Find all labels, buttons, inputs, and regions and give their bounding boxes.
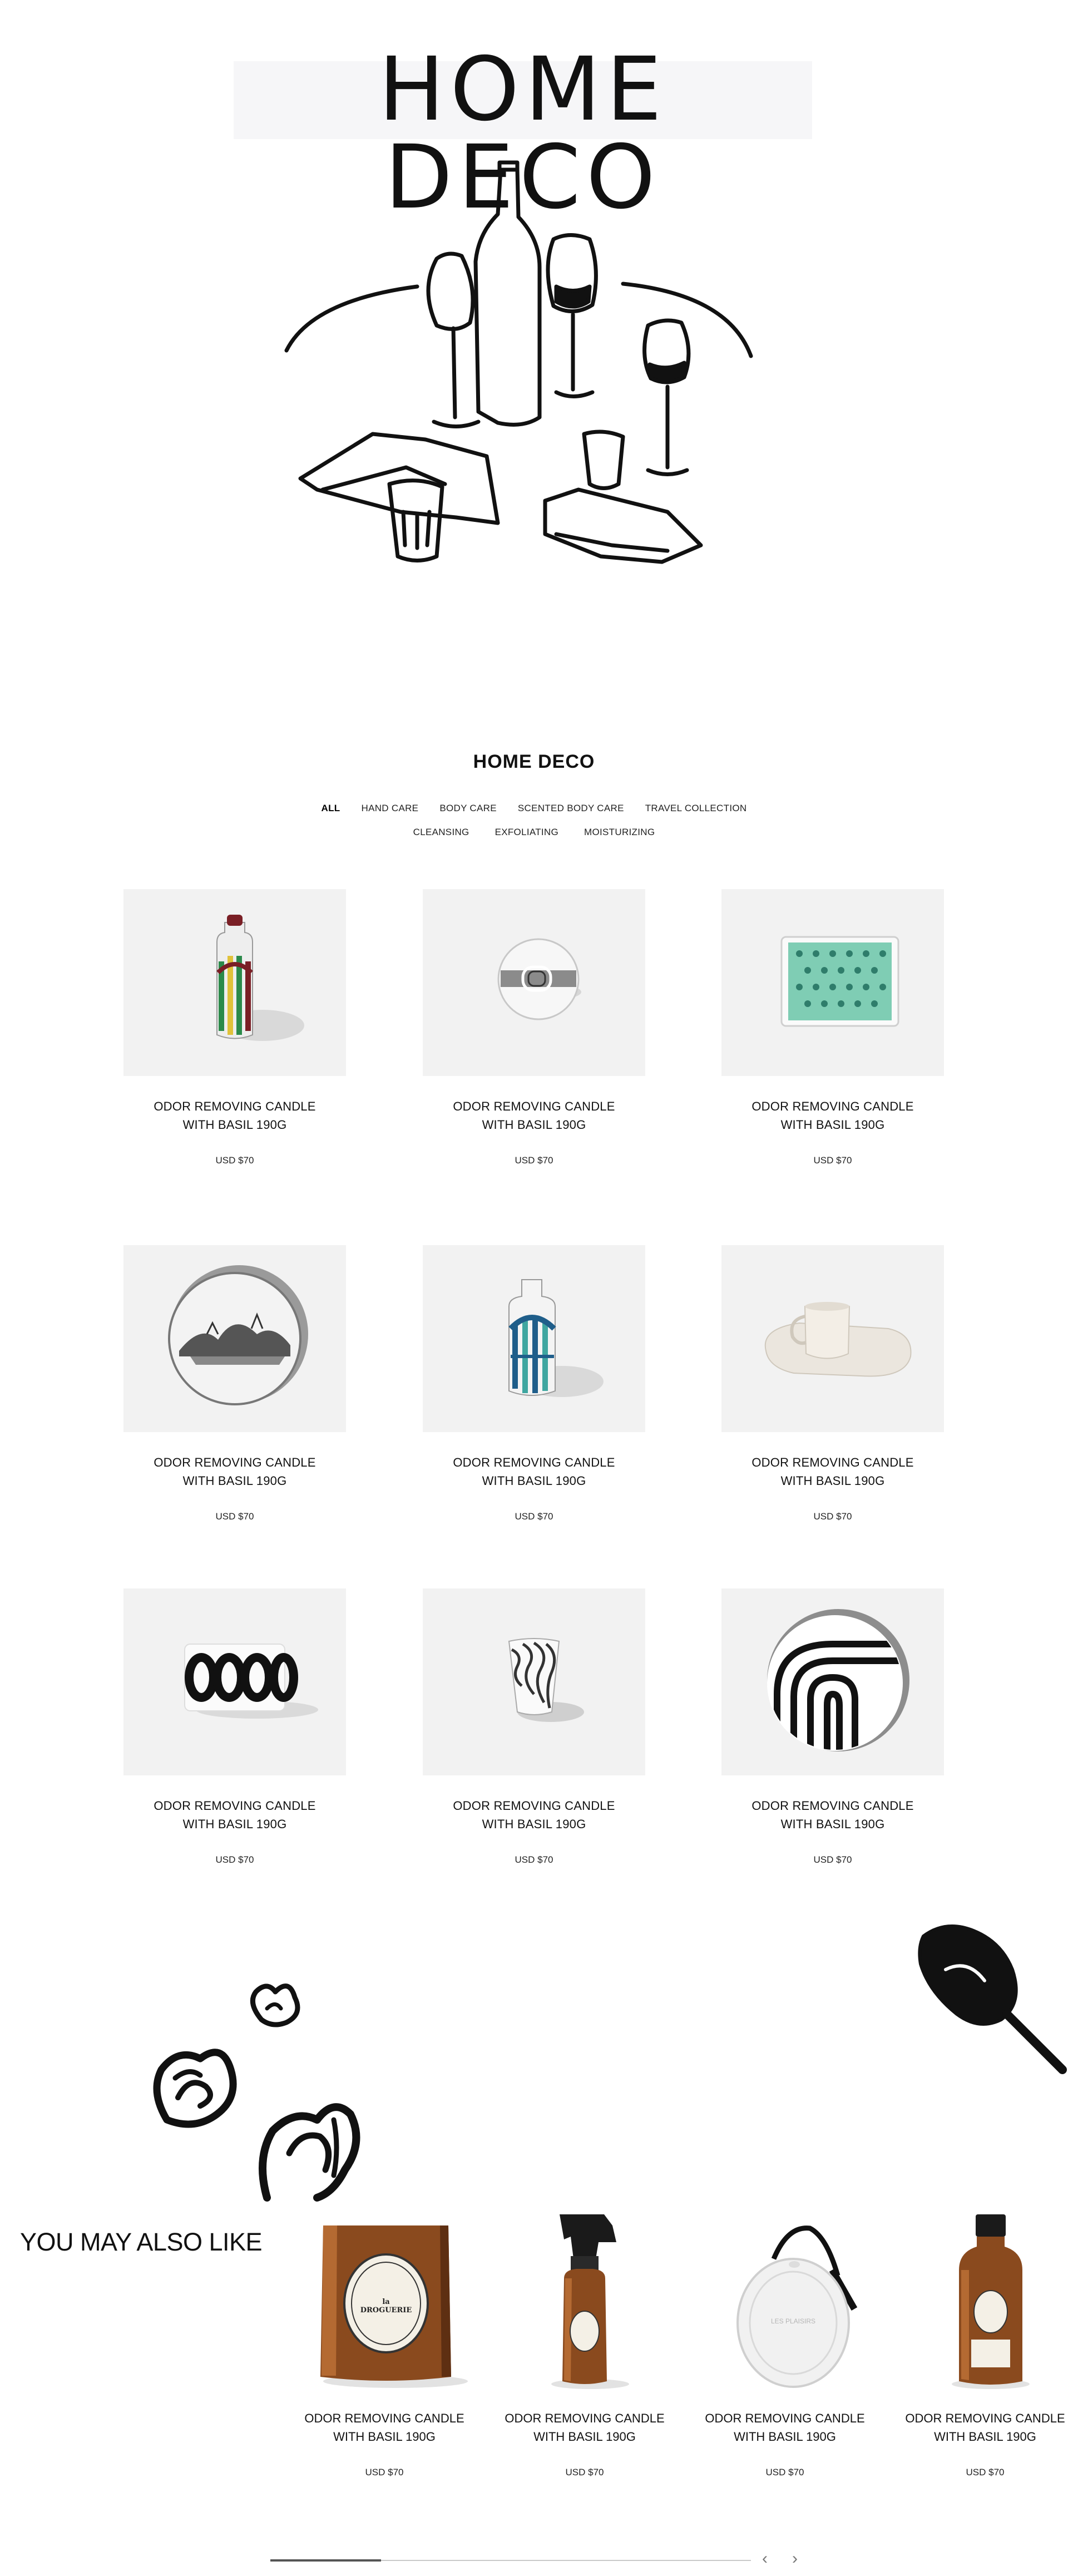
filter-travel-collection[interactable]: TRAVEL COLLECTION	[645, 803, 747, 814]
product-card[interactable]: ODOR REMOVING CANDLE WITH BASIL 190G USD …	[721, 889, 944, 1166]
product-name[interactable]: ODOR REMOVING CANDLE WITH BASIL 190G	[721, 1797, 944, 1833]
product-name[interactable]: ODOR REMOVING CANDLE WITH BASIL 190G	[493, 2409, 676, 2446]
table-setting-illustration	[284, 160, 753, 564]
product-card[interactable]: ODOR REMOVING CANDLE WITH BASIL 190G USD …	[123, 889, 346, 1166]
product-price: USD $70	[515, 1155, 553, 1166]
candle-label-text: la DROGUERIE	[360, 2298, 412, 2315]
product-card[interactable]: ODOR REMOVING CANDLE WITH BASIL 190G USD …	[721, 1588, 944, 1866]
product-price: USD $70	[515, 1854, 553, 1865]
product-price: USD $70	[966, 2467, 1005, 2478]
recommendation-image[interactable]	[493, 2214, 676, 2392]
product-image[interactable]	[423, 1245, 645, 1432]
product-name[interactable]: ODOR REMOVING CANDLE WITH BASIL 190G	[693, 2409, 877, 2446]
product-price: USD $70	[565, 2467, 604, 2478]
product-name[interactable]: ODOR REMOVING CANDLE WITH BASIL 190G	[423, 1453, 645, 1490]
recommendation-image[interactable]: LES PLAISIRS	[693, 2214, 877, 2392]
scented-oval-image	[736, 2225, 858, 2388]
product-image[interactable]	[423, 889, 645, 1076]
product-name[interactable]: ODOR REMOVING CANDLE WITH BASIL 190G	[123, 1797, 346, 1833]
product-card[interactable]: ODOR REMOVING CANDLE WITH BASIL 190G USD …	[423, 1588, 645, 1866]
product-image[interactable]	[123, 889, 346, 1076]
product-name[interactable]: ODOR REMOVING CANDLE WITH BASIL 190G	[721, 1097, 944, 1134]
product-name[interactable]: ODOR REMOVING CANDLE WITH BASIL 190G	[423, 1097, 645, 1134]
product-name[interactable]: ODOR REMOVING CANDLE WITH BASIL 190G	[123, 1453, 346, 1490]
product-name[interactable]: ODOR REMOVING CANDLE WITH BASIL 190G	[123, 1097, 346, 1134]
blue-vase-image	[508, 1279, 604, 1397]
landscape-plate-image	[168, 1265, 308, 1405]
recommendations-title: YOU MAY ALSO LIKE	[20, 2228, 263, 2256]
product-card[interactable]: ODOR REMOVING CANDLE WITH BASIL 190G USD …	[721, 1245, 944, 1522]
product-price: USD $70	[365, 2467, 404, 2478]
recommendation-image[interactable]: la DROGUERIE	[293, 2214, 476, 2392]
filter-moisturizing[interactable]: MOISTURIZING	[584, 827, 655, 838]
carousel-scrollbar[interactable]	[270, 2559, 751, 2562]
product-price: USD $70	[813, 1511, 852, 1522]
section-title: HOME DECO	[473, 751, 595, 772]
recommendation-card[interactable]: la DROGUERIE ODOR REMOVING CANDLE WITH BA…	[293, 2214, 476, 2478]
product-image[interactable]	[721, 1588, 944, 1775]
product-price: USD $70	[813, 1854, 852, 1865]
recommendation-card[interactable]: LES PLAISIRS ODOR REMOVING CANDLE WITH BA…	[693, 2214, 877, 2478]
product-name[interactable]: ODOR REMOVING CANDLE WITH BASIL 190G	[423, 1797, 645, 1833]
chevron-left-icon[interactable]: ‹	[756, 2550, 773, 2567]
filter-hand-care[interactable]: HAND CARE	[362, 803, 419, 814]
arch-plate-image	[767, 1609, 909, 1751]
product-card[interactable]: ODOR REMOVING CANDLE WITH BASIL 190G USD …	[423, 1245, 645, 1522]
amber-bottle-image	[952, 2214, 1030, 2389]
filter-all[interactable]: ALL	[322, 803, 340, 814]
product-card[interactable]: ODOR REMOVING CANDLE WITH BASIL 190G USD …	[123, 1588, 346, 1866]
product-image[interactable]	[721, 889, 944, 1076]
recommendation-card[interactable]: ODOR REMOVING CANDLE WITH BASIL 190G USD …	[493, 2214, 676, 2478]
category-filters-row-2: CLEANSING EXFOLIATING MOISTURIZING	[256, 827, 812, 838]
oval-label-text: LES PLAISIRS	[770, 2317, 816, 2325]
recommendation-card[interactable]: ODOR REMOVING CANDLE WITH BASIL 190G USD …	[893, 2214, 1068, 2478]
striped-vase-image	[216, 915, 304, 1041]
carousel-scrollbar-thumb[interactable]	[270, 2559, 381, 2562]
product-name[interactable]: ODOR REMOVING CANDLE WITH BASIL 190G	[293, 2409, 476, 2446]
wave-tumbler-image	[508, 1638, 584, 1722]
product-price: USD $70	[813, 1155, 852, 1166]
category-filters-row-1: ALL HAND CARE BODY CARE SCENTED BODY CAR…	[256, 803, 812, 814]
decorative-doodles	[153, 1924, 1067, 2202]
recommendation-image[interactable]	[893, 2214, 1068, 2392]
chevron-right-icon[interactable]: ›	[787, 2550, 803, 2567]
product-card[interactable]: ODOR REMOVING CANDLE WITH BASIL 190G USD …	[423, 889, 645, 1166]
spray-bottle-image	[551, 2214, 629, 2389]
product-card[interactable]: ODOR REMOVING CANDLE WITH BASIL 190G USD …	[123, 1245, 346, 1522]
product-name[interactable]: ODOR REMOVING CANDLE WITH BASIL 190G	[721, 1453, 944, 1490]
product-image[interactable]	[123, 1588, 346, 1775]
product-name[interactable]: ODOR REMOVING CANDLE WITH BASIL 190G	[893, 2409, 1068, 2446]
product-price: USD $70	[215, 1854, 254, 1865]
round-dish-image	[497, 938, 581, 1020]
product-image[interactable]	[123, 1245, 346, 1432]
product-price: USD $70	[215, 1155, 254, 1166]
green-tray-image	[780, 936, 899, 1027]
ring-candle-image	[184, 1644, 318, 1719]
product-image[interactable]	[423, 1588, 645, 1775]
filter-body-care[interactable]: BODY CARE	[439, 803, 497, 814]
product-image[interactable]	[721, 1245, 944, 1432]
product-price: USD $70	[215, 1511, 254, 1522]
product-price: USD $70	[765, 2467, 804, 2478]
filter-scented-body-care[interactable]: SCENTED BODY CARE	[518, 803, 624, 814]
cup-and-saucer-image	[764, 1302, 912, 1377]
product-price: USD $70	[515, 1511, 553, 1522]
filter-cleansing[interactable]: CLEANSING	[413, 827, 469, 838]
filter-exfoliating[interactable]: EXFOLIATING	[495, 827, 558, 838]
